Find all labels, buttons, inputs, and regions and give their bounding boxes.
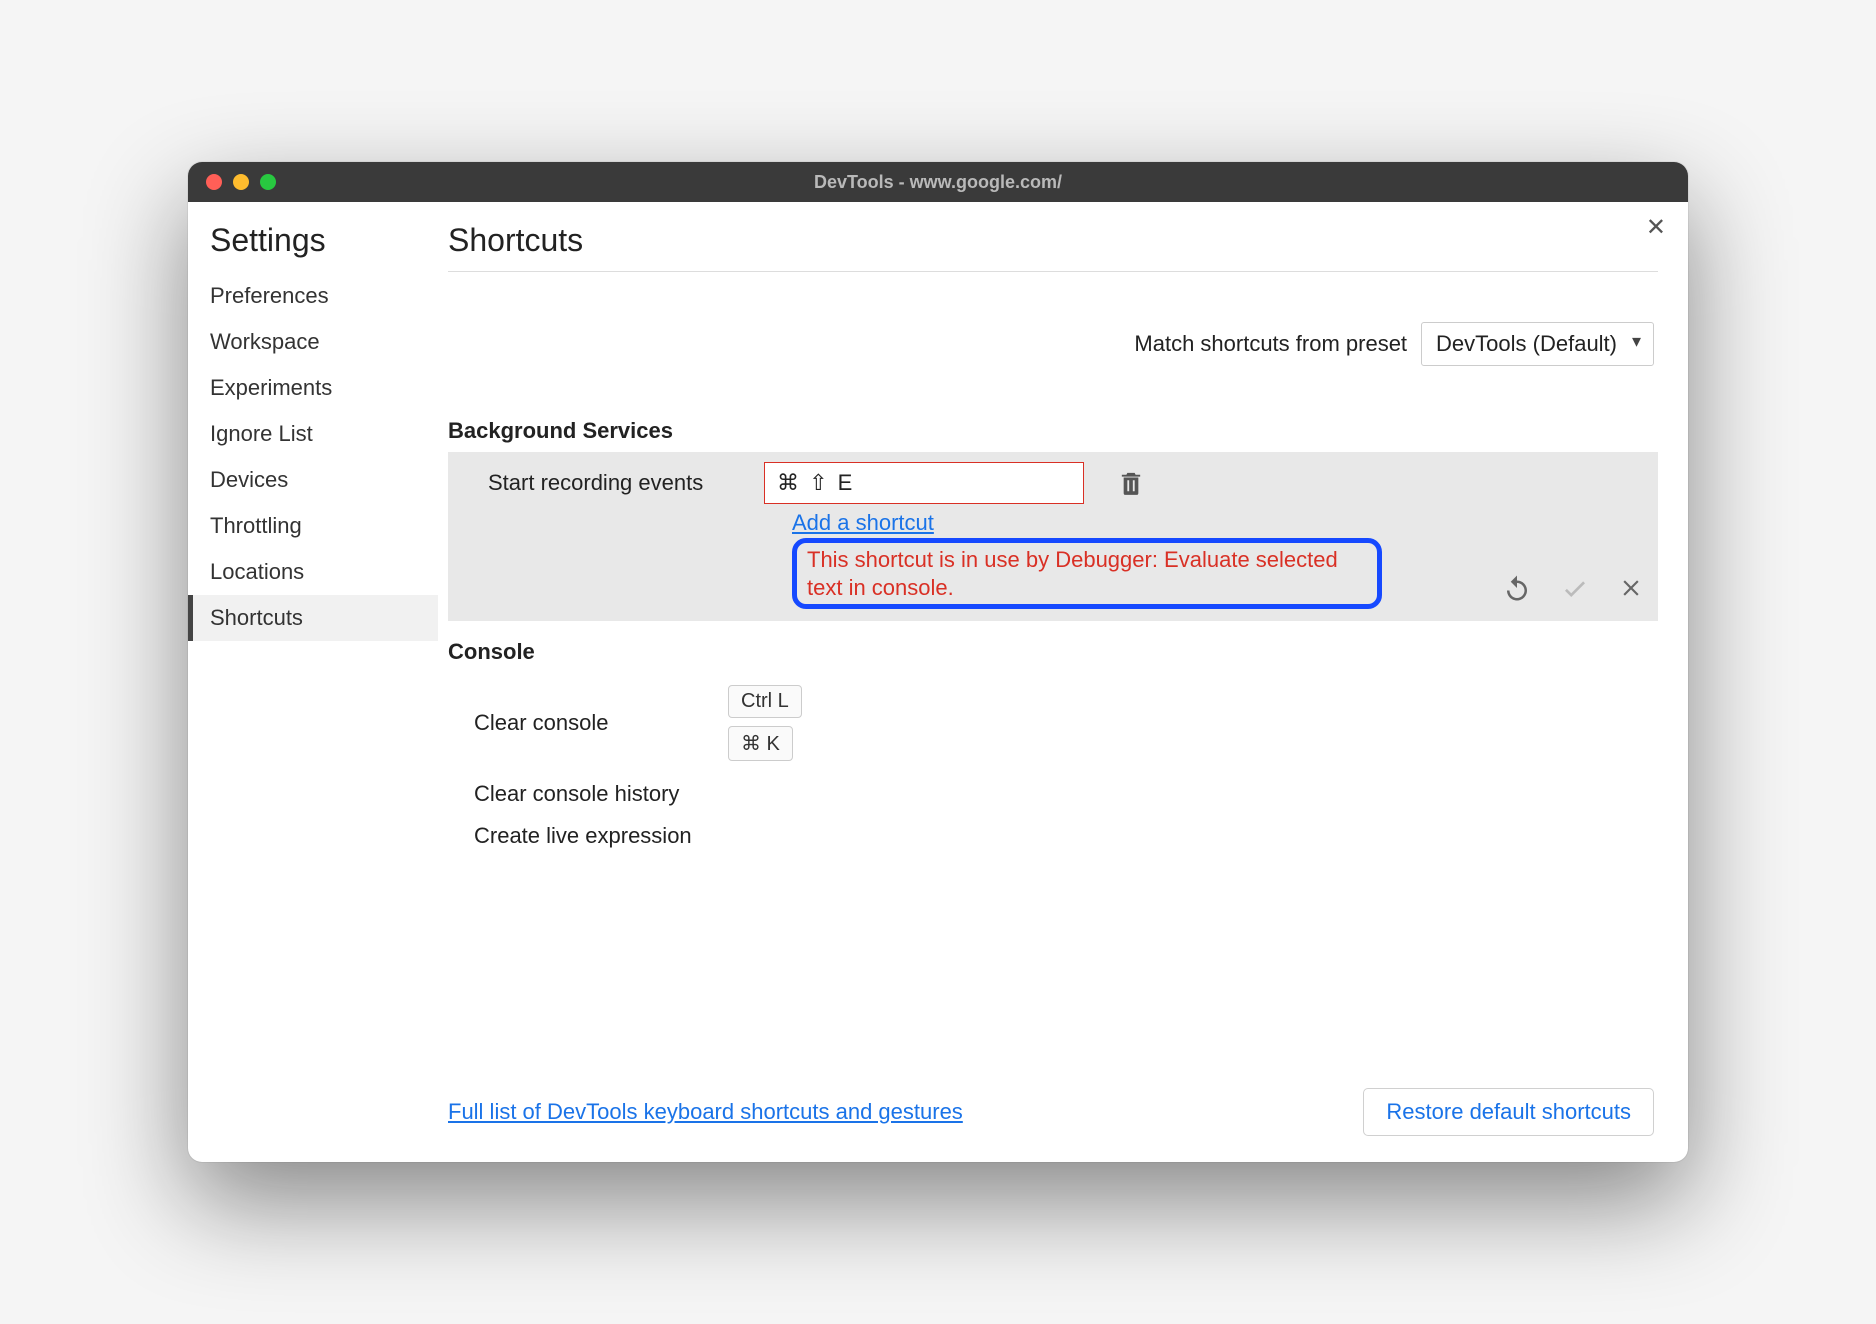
titlebar: DevTools - www.google.com/ <box>188 162 1688 202</box>
preset-label: Match shortcuts from preset <box>1134 331 1407 357</box>
sidebar-item-preferences[interactable]: Preferences <box>188 273 438 319</box>
console-row-clear-history[interactable]: Clear console history <box>448 773 1658 815</box>
trash-icon[interactable] <box>1120 470 1142 496</box>
error-callout: This shortcut is in use by Debugger: Eva… <box>792 538 1382 609</box>
kbd-chip: Ctrl L <box>728 685 802 718</box>
cancel-icon[interactable] <box>1618 575 1644 601</box>
window-title: DevTools - www.google.com/ <box>188 172 1688 193</box>
main-panel: Shortcuts Match shortcuts from preset De… <box>438 202 1688 1162</box>
sidebar-title: Settings <box>188 222 438 273</box>
sidebar-item-experiments[interactable]: Experiments <box>188 365 438 411</box>
sidebar-item-throttling[interactable]: Throttling <box>188 503 438 549</box>
kbd-chip: ⌘ K <box>728 726 793 761</box>
full-list-link[interactable]: Full list of DevTools keyboard shortcuts… <box>448 1099 963 1125</box>
shortcut-chips: Ctrl L ⌘ K <box>728 681 802 765</box>
devtools-window: DevTools - www.google.com/ ✕ Settings Pr… <box>188 162 1688 1162</box>
shortcut-editor: Start recording events ⌘ ⇧ E Add a short… <box>448 452 1658 621</box>
sidebar-item-locations[interactable]: Locations <box>188 549 438 595</box>
close-icon[interactable]: ✕ <box>1646 216 1666 240</box>
sidebar-item-workspace[interactable]: Workspace <box>188 319 438 365</box>
window-zoom-icon[interactable] <box>260 174 276 190</box>
page-title: Shortcuts <box>448 222 1658 272</box>
restore-defaults-button[interactable]: Restore default shortcuts <box>1363 1088 1654 1136</box>
sidebar-item-shortcuts[interactable]: Shortcuts <box>188 595 438 641</box>
action-label: Clear console <box>448 710 728 736</box>
preset-value: DevTools (Default) <box>1436 331 1617 356</box>
window-minimize-icon[interactable] <box>233 174 249 190</box>
edit-actions <box>1502 573 1644 603</box>
settings-body: ✕ Settings Preferences Workspace Experim… <box>188 202 1688 1162</box>
shortcut-input[interactable]: ⌘ ⇧ E <box>764 462 1084 504</box>
action-label: Clear console history <box>448 781 728 807</box>
sidebar-item-ignore-list[interactable]: Ignore List <box>188 411 438 457</box>
action-label: Create live expression <box>448 823 728 849</box>
traffic-lights <box>188 174 276 190</box>
add-shortcut-link[interactable]: Add a shortcut <box>792 510 934 536</box>
preset-select[interactable]: DevTools (Default) <box>1421 322 1654 366</box>
confirm-icon <box>1560 573 1590 603</box>
console-row-live-expression[interactable]: Create live expression <box>448 815 1658 857</box>
edit-row: Start recording events ⌘ ⇧ E <box>462 462 1644 504</box>
section-console: Console <box>448 639 1658 665</box>
error-text: This shortcut is in use by Debugger: Eva… <box>807 546 1367 601</box>
section-background-services: Background Services <box>448 418 1658 444</box>
preset-row: Match shortcuts from preset DevTools (De… <box>448 322 1654 366</box>
footer: Full list of DevTools keyboard shortcuts… <box>448 1068 1658 1142</box>
action-label-start-recording: Start recording events <box>462 470 742 496</box>
sidebar-item-devices[interactable]: Devices <box>188 457 438 503</box>
sidebar: Settings Preferences Workspace Experimen… <box>188 202 438 1162</box>
undo-icon[interactable] <box>1502 573 1532 603</box>
window-close-icon[interactable] <box>206 174 222 190</box>
console-row-clear-console[interactable]: Clear console Ctrl L ⌘ K <box>448 673 1658 773</box>
